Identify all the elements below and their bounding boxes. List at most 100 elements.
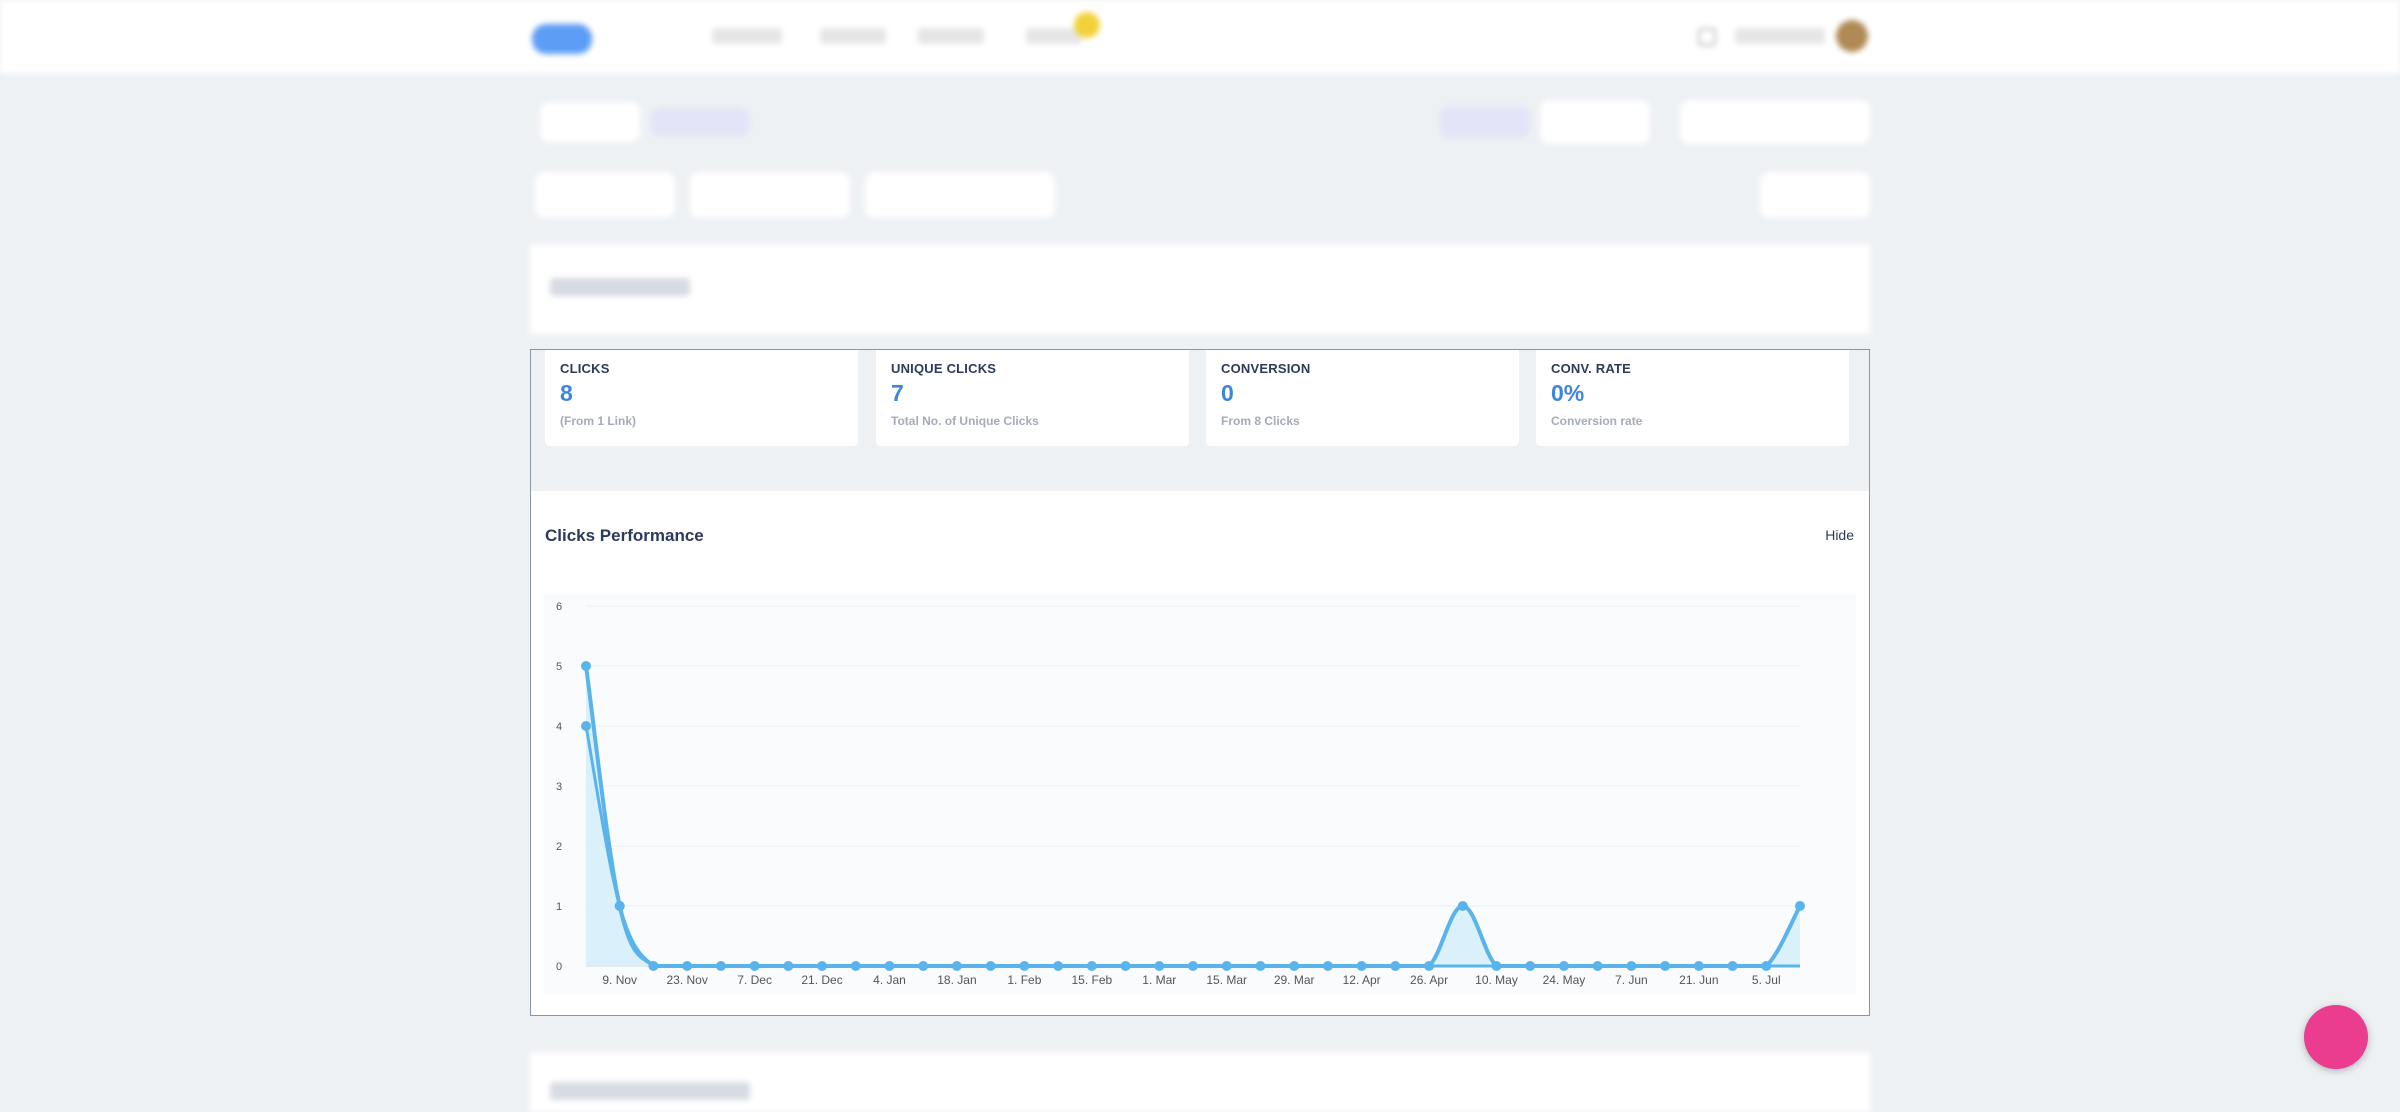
stat-card-conversion: CONVERSION 0 From 8 Clicks xyxy=(1206,350,1519,446)
stat-card-clicks: CLICKS 8 (From 1 Link) xyxy=(545,350,858,446)
data-point xyxy=(1289,961,1300,971)
stat-subtext: Total No. of Unique Clicks xyxy=(891,414,1039,428)
export-button[interactable] xyxy=(1760,172,1870,218)
data-point xyxy=(817,961,828,971)
app-logo[interactable] xyxy=(532,24,592,54)
x-tick-label: 26. Apr xyxy=(1410,973,1448,987)
x-tick-label: 18. Jan xyxy=(937,973,976,987)
stat-value: 8 xyxy=(560,380,573,406)
x-tick-label: 1. Feb xyxy=(1007,973,1041,987)
chart-svg: 0 1 2 3 4 5 6 9. Nov 23. Nov 7. Dec 21. Dec 4. Jan 1… xyxy=(556,601,1805,987)
y-tick-label: 1 xyxy=(556,901,562,913)
user-menu[interactable] xyxy=(1735,28,1825,44)
data-point xyxy=(1795,901,1805,911)
data-point xyxy=(1322,961,1333,971)
data-point xyxy=(1188,961,1198,971)
data-point xyxy=(1086,961,1097,971)
notification-badge xyxy=(1074,12,1100,38)
x-tick-label: 7. Jun xyxy=(1615,973,1648,987)
x-tick-label: 21. Dec xyxy=(801,973,842,987)
hide-chart-link[interactable]: Hide xyxy=(1825,527,1854,543)
notification-bell-icon[interactable] xyxy=(1698,28,1716,46)
stat-value: 7 xyxy=(891,380,904,406)
data-point xyxy=(1457,901,1468,911)
filter-link-dropdown[interactable] xyxy=(535,172,675,218)
x-tick-label: 4. Jan xyxy=(873,973,906,987)
series-area xyxy=(586,666,1800,966)
x-tick-label: 15. Feb xyxy=(1071,973,1112,987)
stat-subtext: From 8 Clicks xyxy=(1221,414,1300,428)
x-tick-label: 5. Jul xyxy=(1752,973,1781,987)
panel-title: Clicks Performance xyxy=(545,526,704,545)
x-tick-label: 23. Nov xyxy=(666,973,707,987)
data-point xyxy=(1154,961,1165,971)
x-tick-label: 9. Nov xyxy=(602,973,637,987)
stat-subtext: (From 1 Link) xyxy=(560,414,637,428)
y-tick-label: 4 xyxy=(556,721,562,733)
stat-label: UNIQUE CLICKS xyxy=(891,361,997,376)
data-point xyxy=(614,901,625,911)
data-point xyxy=(951,961,962,971)
data-point xyxy=(985,961,996,971)
stat-value: 0% xyxy=(1551,380,1585,406)
help-chat-button[interactable] xyxy=(2304,1005,2368,1069)
nav-item-account[interactable] xyxy=(1026,28,1082,44)
nav-item-dashboard[interactable] xyxy=(712,28,782,44)
nav-item-reports[interactable] xyxy=(918,28,984,44)
avatar[interactable] xyxy=(1836,20,1868,52)
stat-label: CLICKS xyxy=(560,361,610,376)
date-picker[interactable] xyxy=(1680,100,1870,144)
data-point xyxy=(1120,961,1131,971)
y-tick-label: 6 xyxy=(556,601,562,613)
x-tick-label: 12. Apr xyxy=(1343,973,1381,987)
x-tick-label: 7. Dec xyxy=(737,973,772,987)
date-range-all[interactable] xyxy=(1540,100,1650,144)
x-tick-label: 15. Mar xyxy=(1206,973,1247,987)
data-point xyxy=(581,661,591,671)
y-tick-label: 5 xyxy=(556,661,562,673)
data-point xyxy=(749,961,760,971)
data-point xyxy=(1727,961,1738,971)
y-tick-label: 0 xyxy=(556,961,562,973)
data-point xyxy=(682,961,693,971)
data-point xyxy=(783,961,794,971)
nav-item-manage[interactable] xyxy=(820,28,886,44)
top-navbar xyxy=(0,0,2400,74)
data-point xyxy=(1491,961,1502,971)
x-tick-label: 29. Mar xyxy=(1274,973,1315,987)
date-range-today[interactable] xyxy=(1440,106,1530,138)
data-point xyxy=(1592,961,1603,971)
stat-label: CONV. RATE xyxy=(1551,361,1632,376)
filter-source-dropdown[interactable] xyxy=(865,172,1055,218)
data-point xyxy=(1390,961,1401,971)
tab-detailed[interactable] xyxy=(650,108,750,136)
data-point xyxy=(1525,961,1536,971)
tab-overview[interactable] xyxy=(540,102,640,142)
data-point xyxy=(1053,961,1064,971)
x-tick-label: 10. May xyxy=(1475,973,1518,987)
data-point xyxy=(715,961,726,971)
statistics-frame: CLICKS 8 (From 1 Link) UNIQUE CLICKS 7 T… xyxy=(530,349,1870,1016)
data-point xyxy=(1761,961,1772,971)
data-point xyxy=(1255,961,1266,971)
y-tick-label: 2 xyxy=(556,841,562,853)
stat-subtext: Conversion rate xyxy=(1551,414,1643,428)
filter-campaign-dropdown[interactable] xyxy=(690,172,850,218)
data-point xyxy=(1626,961,1637,971)
stat-value: 0 xyxy=(1221,380,1234,406)
data-point xyxy=(1660,961,1671,971)
data-point xyxy=(850,961,861,971)
x-tick-label: 24. May xyxy=(1543,973,1586,987)
data-point xyxy=(1693,961,1704,971)
stat-card-unique-clicks: UNIQUE CLICKS 7 Total No. of Unique Clic… xyxy=(876,350,1189,446)
stat-card-conv-rate: CONV. RATE 0% Conversion rate xyxy=(1536,350,1849,446)
data-point xyxy=(1356,961,1367,971)
data-point xyxy=(1221,961,1232,971)
data-point xyxy=(581,721,591,731)
x-tick-label: 1. Mar xyxy=(1142,973,1176,987)
y-tick-label: 3 xyxy=(556,781,562,793)
overall-statistics-header xyxy=(530,244,1870,334)
x-tick-label: 21. Jun xyxy=(1679,973,1718,987)
clicks-chart: 0 1 2 3 4 5 6 9. Nov 23. Nov 7. Dec 21. Dec 4. Jan 1… xyxy=(544,594,1856,994)
conversion-panel-header xyxy=(530,1052,1870,1112)
